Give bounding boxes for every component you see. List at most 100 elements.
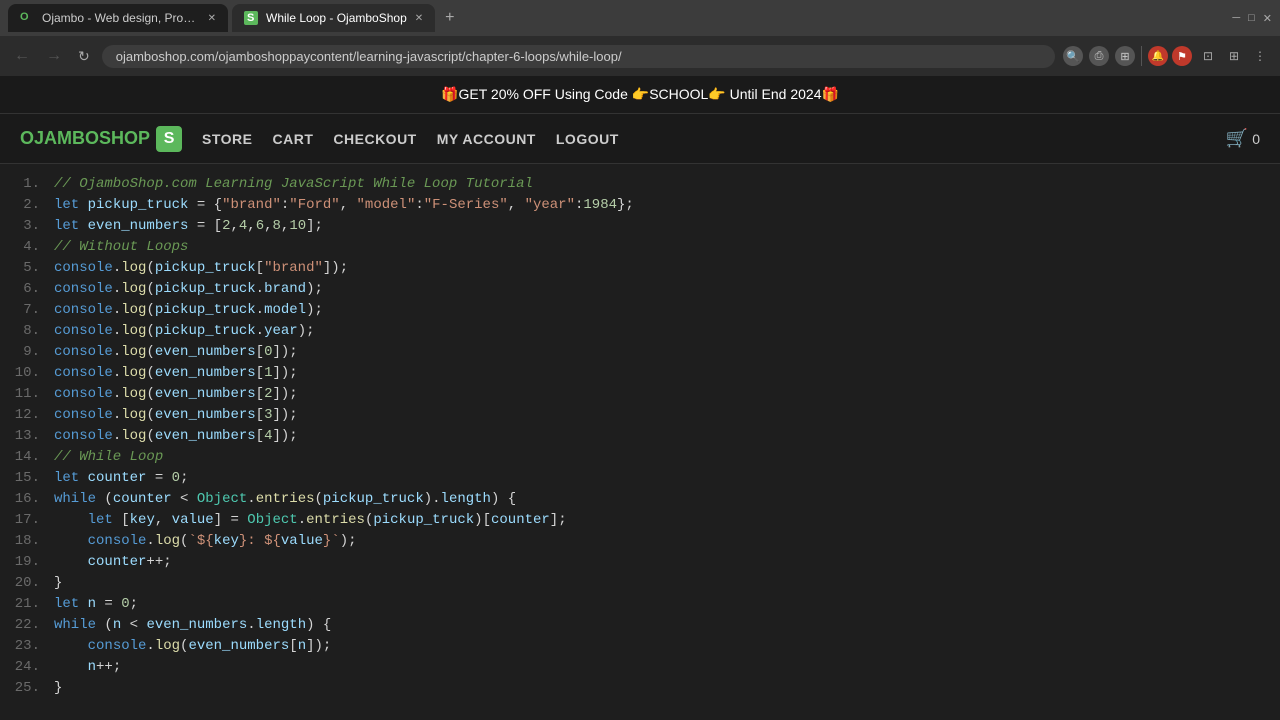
tab-1[interactable]: O Ojambo - Web design, Progra... ✕	[8, 4, 228, 32]
line-num-6: 6.	[10, 279, 40, 300]
line-content-8: console.log(pickup_truck.year);	[54, 321, 315, 342]
line-num-12: 12.	[10, 405, 40, 426]
line-num-11: 11.	[10, 384, 40, 405]
extension-icon[interactable]: ⚑	[1172, 46, 1192, 66]
line-num-20: 20.	[10, 573, 40, 594]
line-num-2: 2.	[10, 195, 40, 216]
code-line-19: 19. counter++;	[0, 552, 1280, 573]
line-num-9: 9.	[10, 342, 40, 363]
line-content-2: let pickup_truck = {"brand":"Ford", "mod…	[54, 195, 634, 216]
tab-1-favicon: O	[20, 11, 34, 25]
code-line-22: 22. while (n < even_numbers.length) {	[0, 615, 1280, 636]
tab-2-close[interactable]: ✕	[415, 13, 423, 24]
line-content-6: console.log(pickup_truck.brand);	[54, 279, 323, 300]
line-num-21: 21.	[10, 594, 40, 615]
line-content-24: n++;	[54, 657, 121, 678]
search-icon[interactable]: 🔍	[1063, 46, 1083, 66]
cart-icon: 🛒	[1226, 128, 1248, 148]
line-num-19: 19.	[10, 552, 40, 573]
code-line-5: 5. console.log(pickup_truck["brand"]);	[0, 258, 1280, 279]
nav-bar: OJAMBOSHOP S STORE CART CHECKOUT MY ACCO…	[0, 114, 1280, 164]
line-content-4: // Without Loops	[54, 237, 188, 258]
line-content-7: console.log(pickup_truck.model);	[54, 300, 323, 321]
tab-1-close[interactable]: ✕	[208, 13, 216, 24]
line-num-1: 1.	[10, 174, 40, 195]
line-content-25: }	[54, 678, 62, 699]
code-line-11: 11. console.log(even_numbers[2]);	[0, 384, 1280, 405]
url-input[interactable]	[102, 45, 1055, 68]
code-line-23: 23. console.log(even_numbers[n]);	[0, 636, 1280, 657]
cart-button[interactable]: 🛒 0	[1226, 128, 1260, 149]
reload-button[interactable]: ↻	[74, 46, 94, 67]
extensions-icon[interactable]: ⊞	[1224, 46, 1244, 66]
line-content-9: console.log(even_numbers[0]);	[54, 342, 298, 363]
line-content-18: console.log(`${key}: ${value}`);	[54, 531, 357, 552]
window-close[interactable]: ✕	[1263, 12, 1272, 25]
line-num-25: 25.	[10, 678, 40, 699]
line-num-17: 17.	[10, 510, 40, 531]
code-line-3: 3. let even_numbers = [2,4,6,8,10];	[0, 216, 1280, 237]
code-line-20: 20. }	[0, 573, 1280, 594]
code-line-10: 10. console.log(even_numbers[1]);	[0, 363, 1280, 384]
rss-icon[interactable]: ⊞	[1115, 46, 1135, 66]
tab-bar: O Ojambo - Web design, Progra... ✕ S Whi…	[0, 0, 1280, 36]
code-line-25: 25. }	[0, 678, 1280, 699]
window-maximize[interactable]: □	[1248, 12, 1255, 24]
line-content-12: console.log(even_numbers[3]);	[54, 405, 298, 426]
line-content-17: let [key, value] = Object.entries(pickup…	[54, 510, 567, 531]
code-line-8: 8. console.log(pickup_truck.year);	[0, 321, 1280, 342]
nav-logo[interactable]: OJAMBOSHOP S	[20, 126, 182, 152]
line-num-13: 13.	[10, 426, 40, 447]
code-line-6: 6. console.log(pickup_truck.brand);	[0, 279, 1280, 300]
line-content-11: console.log(even_numbers[2]);	[54, 384, 298, 405]
line-content-14: // While Loop	[54, 447, 163, 468]
my-account-link[interactable]: MY ACCOUNT	[437, 131, 536, 147]
store-link[interactable]: STORE	[202, 131, 252, 147]
new-tab-button[interactable]: +	[439, 9, 460, 27]
line-content-1: // OjamboShop.com Learning JavaScript Wh…	[54, 174, 533, 195]
code-line-7: 7. console.log(pickup_truck.model);	[0, 300, 1280, 321]
code-line-15: 15. let counter = 0;	[0, 468, 1280, 489]
line-num-14: 14.	[10, 447, 40, 468]
line-num-5: 5.	[10, 258, 40, 279]
forward-button[interactable]: →	[42, 45, 66, 67]
extension-icons: 🔔 ⚑	[1141, 46, 1192, 66]
notification-icon[interactable]: 🔔	[1148, 46, 1168, 66]
logo-icon: S	[156, 126, 182, 152]
code-line-14: 14. // While Loop	[0, 447, 1280, 468]
share-icon[interactable]: ⎙	[1089, 46, 1109, 66]
browser-window: O Ojambo - Web design, Progra... ✕ S Whi…	[0, 0, 1280, 76]
window-controls: ─ □ ✕	[1232, 12, 1272, 25]
tab-2-favicon: S	[244, 11, 258, 25]
cart-link[interactable]: CART	[273, 131, 314, 147]
code-line-12: 12. console.log(even_numbers[3]);	[0, 405, 1280, 426]
address-bar: ← → ↻ 🔍 ⎙ ⊞ 🔔 ⚑ ⊡ ⊞ ⋮	[0, 36, 1280, 76]
code-line-9: 9. console.log(even_numbers[0]);	[0, 342, 1280, 363]
line-content-21: let n = 0;	[54, 594, 138, 615]
window-minimize[interactable]: ─	[1232, 12, 1240, 24]
line-num-24: 24.	[10, 657, 40, 678]
line-num-7: 7.	[10, 300, 40, 321]
line-num-8: 8.	[10, 321, 40, 342]
line-content-20: }	[54, 573, 62, 594]
checkout-link[interactable]: CHECKOUT	[333, 131, 416, 147]
tab-2[interactable]: S While Loop - OjamboShop ✕	[232, 4, 435, 32]
code-line-2: 2. let pickup_truck = {"brand":"Ford", "…	[0, 195, 1280, 216]
code-area: 1. // OjamboShop.com Learning JavaScript…	[0, 164, 1280, 712]
sidebar-icon[interactable]: ⊡	[1198, 46, 1218, 66]
code-line-18: 18. console.log(`${key}: ${value}`);	[0, 531, 1280, 552]
line-content-10: console.log(even_numbers[1]);	[54, 363, 298, 384]
tab-1-title: Ojambo - Web design, Progra...	[42, 11, 200, 25]
logo-text: OJAMBOSHOP	[20, 128, 150, 149]
code-line-17: 17. let [key, value] = Object.entries(pi…	[0, 510, 1280, 531]
line-content-15: let counter = 0;	[54, 468, 188, 489]
line-content-5: console.log(pickup_truck["brand"]);	[54, 258, 348, 279]
back-button[interactable]: ←	[10, 45, 34, 67]
line-num-10: 10.	[10, 363, 40, 384]
logout-link[interactable]: LOGOUT	[556, 131, 619, 147]
line-num-18: 18.	[10, 531, 40, 552]
code-line-21: 21. let n = 0;	[0, 594, 1280, 615]
settings-icon[interactable]: ⋮	[1250, 46, 1270, 66]
code-line-4: 4. // Without Loops	[0, 237, 1280, 258]
cart-icon-wrapper: 🛒	[1226, 128, 1248, 149]
